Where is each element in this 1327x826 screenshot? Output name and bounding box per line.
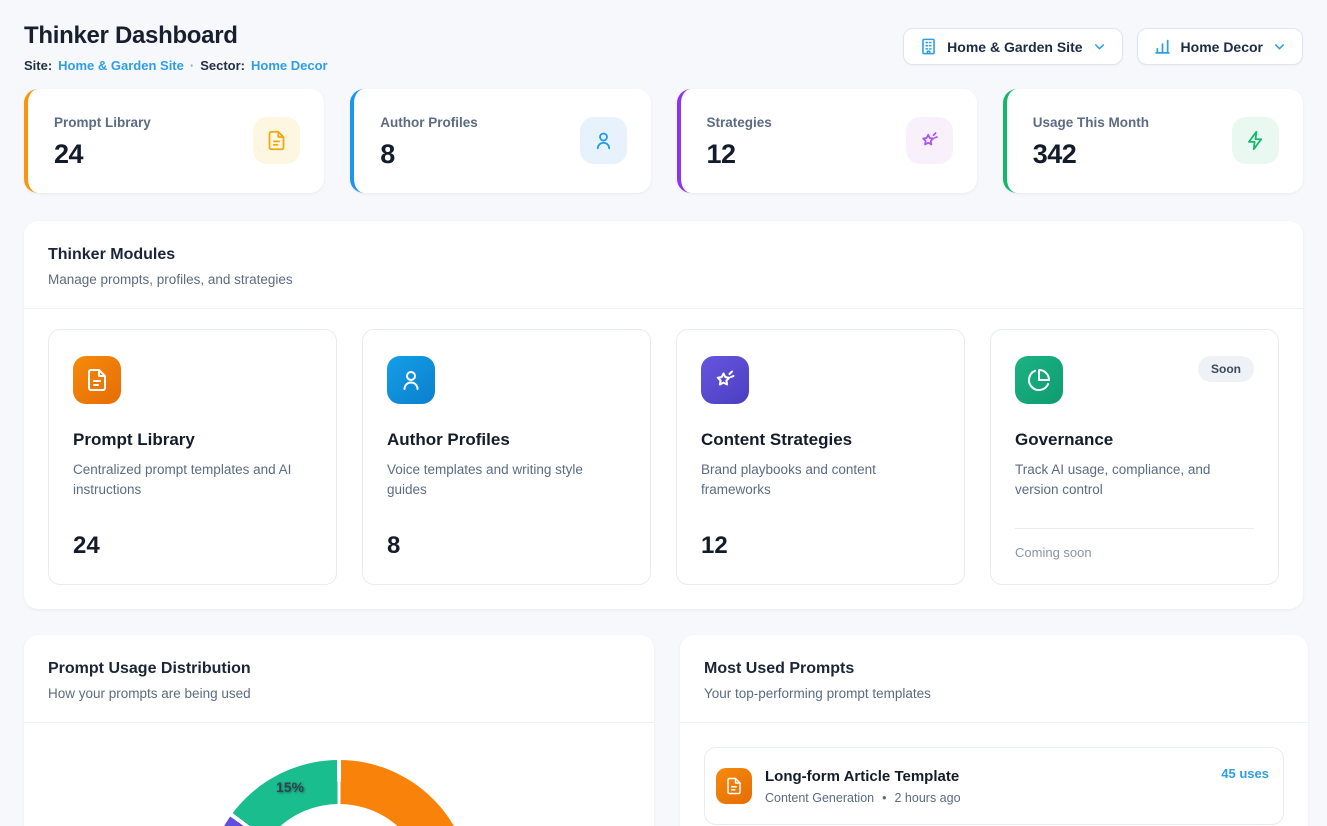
- module-card-content-strategies[interactable]: Content Strategies Brand playbooks and c…: [676, 329, 965, 585]
- soon-badge: Soon: [1198, 356, 1254, 382]
- user-icon: [580, 117, 627, 164]
- module-title: Content Strategies: [701, 430, 940, 450]
- page-header: Thinker Dashboard Site: Home & Garden Si…: [24, 22, 1303, 73]
- prompt-time: 2 hours ago: [895, 791, 961, 805]
- stat-card-prompt-library: Prompt Library 24: [24, 89, 324, 193]
- module-card-prompt-library[interactable]: Prompt Library Centralized prompt templa…: [48, 329, 337, 585]
- stats-row: Prompt Library 24 Author Profiles 8 Stra…: [24, 89, 1303, 193]
- prompts-panel-title: Most Used Prompts: [704, 660, 1284, 678]
- module-card-governance[interactable]: Soon Governance Track AI usage, complian…: [990, 329, 1279, 585]
- breadcrumb: Site: Home & Garden Site · Sector: Home …: [24, 58, 328, 73]
- donut-segment-label: 15%: [276, 779, 304, 795]
- thinker-modules-panel: Thinker Modules Manage prompts, profiles…: [24, 221, 1303, 609]
- coming-soon-text: Coming soon: [1015, 545, 1254, 560]
- building-icon: [919, 37, 938, 56]
- module-title: Prompt Library: [73, 430, 312, 450]
- donut-chart-area: 15%: [24, 723, 654, 826]
- star-sparkle-icon: [701, 356, 749, 404]
- dashboard-page: Thinker Dashboard Site: Home & Garden Si…: [0, 0, 1327, 826]
- pie-chart-icon: [1015, 356, 1063, 404]
- prompt-category: Content Generation: [765, 791, 874, 805]
- sector-selector-label: Home Decor: [1181, 39, 1263, 55]
- zap-icon: [1232, 117, 1279, 164]
- stat-card-usage: Usage This Month 342: [1003, 89, 1303, 193]
- sector-label: Sector:: [200, 58, 245, 73]
- site-link[interactable]: Home & Garden Site: [58, 58, 184, 73]
- module-count: 24: [73, 532, 312, 560]
- site-selector-button[interactable]: Home & Garden Site: [903, 28, 1122, 65]
- chevron-down-icon: [1092, 39, 1107, 54]
- usage-panel-title: Prompt Usage Distribution: [48, 660, 630, 678]
- most-used-prompts-panel: Most Used Prompts Your top-performing pr…: [680, 635, 1308, 826]
- user-icon: [387, 356, 435, 404]
- bar-chart-icon: [1153, 37, 1172, 56]
- file-text-icon: [73, 356, 121, 404]
- separator-dot: ·: [190, 58, 194, 73]
- prompt-usage-panel: Prompt Usage Distribution How your promp…: [24, 635, 654, 826]
- module-count: 12: [701, 532, 940, 560]
- divider: [1015, 528, 1254, 529]
- site-selector-label: Home & Garden Site: [947, 39, 1082, 55]
- page-title: Thinker Dashboard: [24, 22, 328, 50]
- prompt-list-item[interactable]: Long-form Article Template Content Gener…: [704, 747, 1284, 825]
- module-description: Centralized prompt templates and AI inst…: [73, 460, 312, 501]
- star-sparkle-icon: [906, 117, 953, 164]
- chevron-down-icon: [1272, 39, 1287, 54]
- site-label: Site:: [24, 58, 52, 73]
- module-description: Voice templates and writing style guides: [387, 460, 626, 501]
- donut-chart: 15%: [206, 760, 472, 826]
- prompts-panel-subtitle: Your top-performing prompt templates: [704, 686, 1284, 701]
- module-description: Brand playbooks and content frameworks: [701, 460, 940, 501]
- stat-card-strategies: Strategies 12: [677, 89, 977, 193]
- file-text-icon: [253, 117, 300, 164]
- prompt-title: Long-form Article Template: [765, 768, 1208, 785]
- stat-card-author-profiles: Author Profiles 8: [350, 89, 650, 193]
- module-title: Author Profiles: [387, 430, 626, 450]
- sector-link[interactable]: Home Decor: [251, 58, 328, 73]
- file-text-icon: [716, 768, 752, 804]
- sector-selector-button[interactable]: Home Decor: [1137, 28, 1303, 65]
- modules-panel-subtitle: Manage prompts, profiles, and strategies: [48, 272, 1279, 287]
- module-card-author-profiles[interactable]: Author Profiles Voice templates and writ…: [362, 329, 651, 585]
- separator-dot: •: [882, 791, 886, 805]
- modules-panel-title: Thinker Modules: [48, 246, 1279, 264]
- module-count: 8: [387, 532, 626, 560]
- usage-panel-subtitle: How your prompts are being used: [48, 686, 630, 701]
- module-title: Governance: [1015, 430, 1254, 450]
- prompt-uses-badge: 45 uses: [1221, 766, 1269, 781]
- module-description: Track AI usage, compliance, and version …: [1015, 460, 1254, 501]
